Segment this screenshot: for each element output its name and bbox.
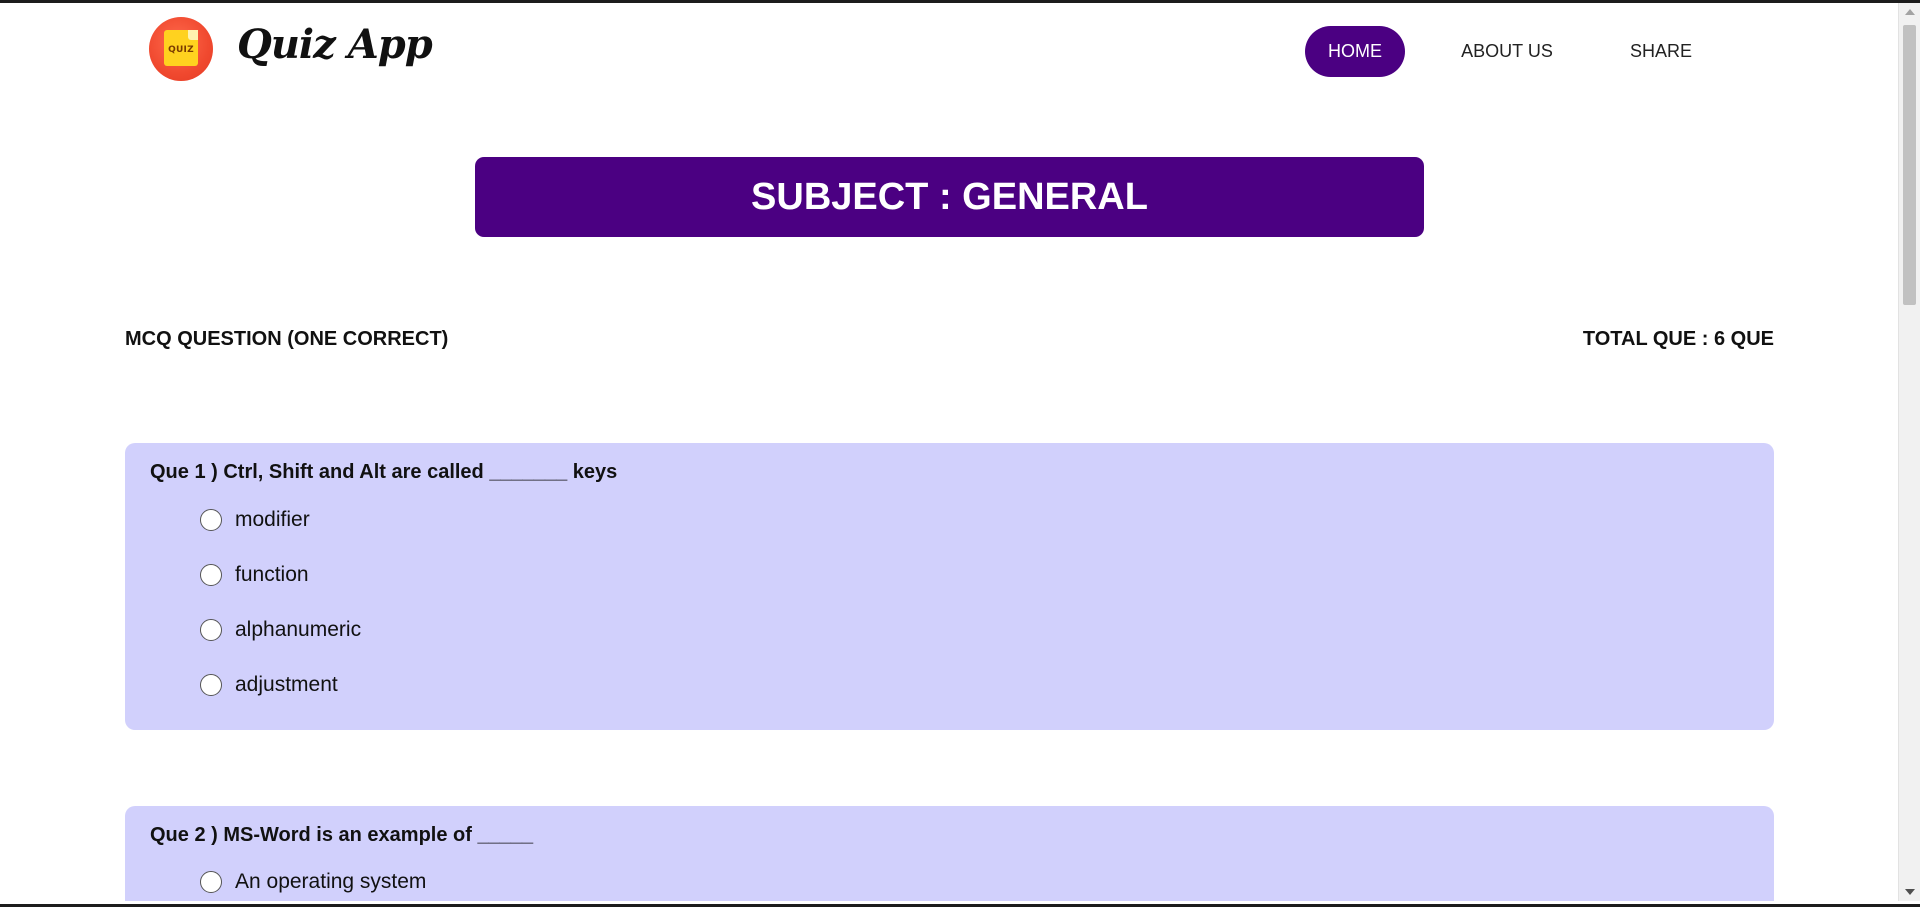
logo-label: QUIZ: [168, 45, 194, 55]
radio-button[interactable]: [200, 871, 222, 893]
option[interactable]: alphanumeric: [200, 617, 361, 643]
option-label[interactable]: alphanumeric: [235, 618, 361, 642]
question-card: Que 1 ) Ctrl, Shift and Alt are called _…: [125, 443, 1774, 730]
quiz-logo-icon[interactable]: QUIZ: [149, 17, 213, 81]
option-label[interactable]: adjustment: [235, 673, 338, 697]
total-questions-label: TOTAL QUE : 6 QUE: [1582, 328, 1774, 350]
option-label[interactable]: An operating system: [235, 870, 426, 894]
nav-about-us[interactable]: ABOUT US: [1452, 26, 1562, 77]
radio-button[interactable]: [200, 564, 222, 586]
nav-share[interactable]: SHARE: [1620, 26, 1702, 77]
page: QUIZ Quiz App HOME ABOUT US SHARE SUBJEC…: [0, 3, 1898, 901]
option[interactable]: adjustment: [200, 672, 338, 698]
question-type-label: MCQ QUESTION (ONE CORRECT): [125, 328, 449, 350]
scroll-up-arrow-icon[interactable]: [1905, 9, 1915, 15]
option[interactable]: function: [200, 562, 309, 588]
brand-title[interactable]: Quiz App: [237, 21, 433, 68]
question-card: Que 2 ) MS-Word is an example of _____ A…: [125, 806, 1774, 901]
radio-button[interactable]: [200, 509, 222, 531]
scrollbar-thumb[interactable]: [1903, 25, 1916, 305]
subject-banner: SUBJECT : GENERAL: [475, 157, 1424, 237]
option-label[interactable]: function: [235, 563, 309, 587]
scroll-down-arrow-icon[interactable]: [1905, 889, 1915, 895]
question-title: Que 1 ) Ctrl, Shift and Alt are called _…: [150, 461, 618, 483]
option[interactable]: modifier: [200, 507, 310, 533]
radio-button[interactable]: [200, 674, 222, 696]
option-label[interactable]: modifier: [235, 508, 310, 532]
nav-home[interactable]: HOME: [1305, 26, 1405, 77]
question-title: Que 2 ) MS-Word is an example of _____: [150, 824, 534, 846]
radio-button[interactable]: [200, 619, 222, 641]
option[interactable]: An operating system: [200, 869, 426, 895]
vertical-scrollbar[interactable]: [1898, 3, 1920, 901]
